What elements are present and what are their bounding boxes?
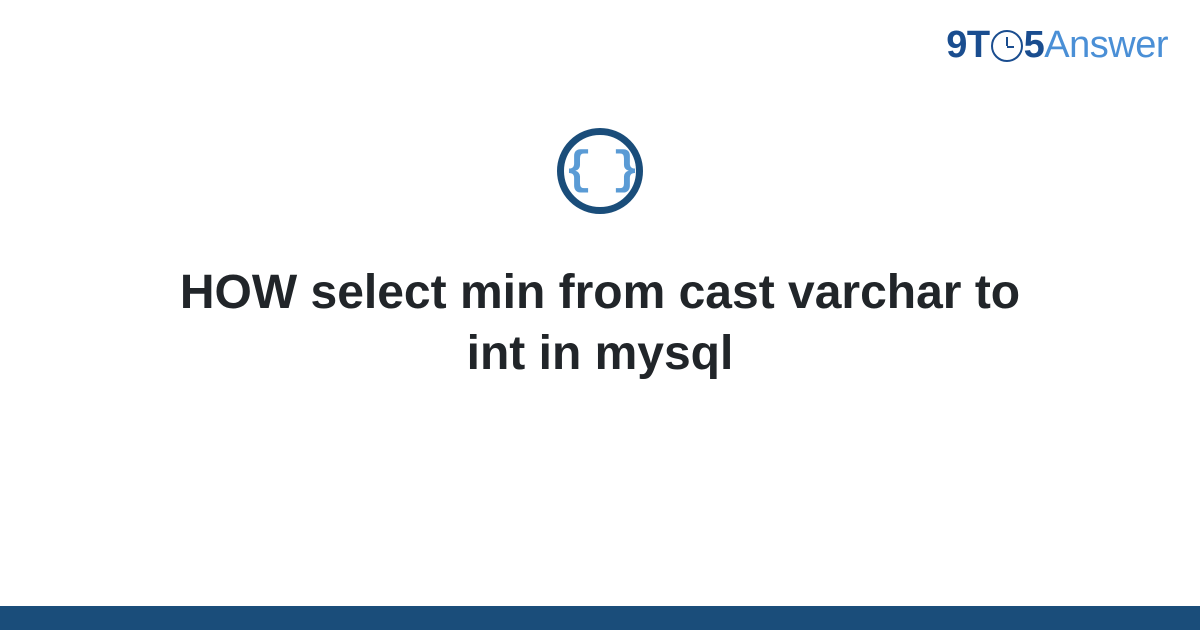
main-content: { } HOW select min from cast varchar to … [0, 128, 1200, 385]
logo-t: T [967, 24, 990, 67]
page-title: HOW select min from cast varchar to int … [120, 262, 1080, 385]
site-logo: 9 T 5 Answer [946, 24, 1168, 67]
logo-nine: 9 [946, 24, 967, 67]
code-braces-icon: { } [557, 128, 643, 214]
clock-icon [991, 30, 1023, 62]
footer-bar [0, 606, 1200, 630]
logo-answer: Answer [1044, 24, 1168, 67]
braces-glyph: { } [565, 148, 636, 194]
logo-five: 5 [1024, 24, 1045, 67]
